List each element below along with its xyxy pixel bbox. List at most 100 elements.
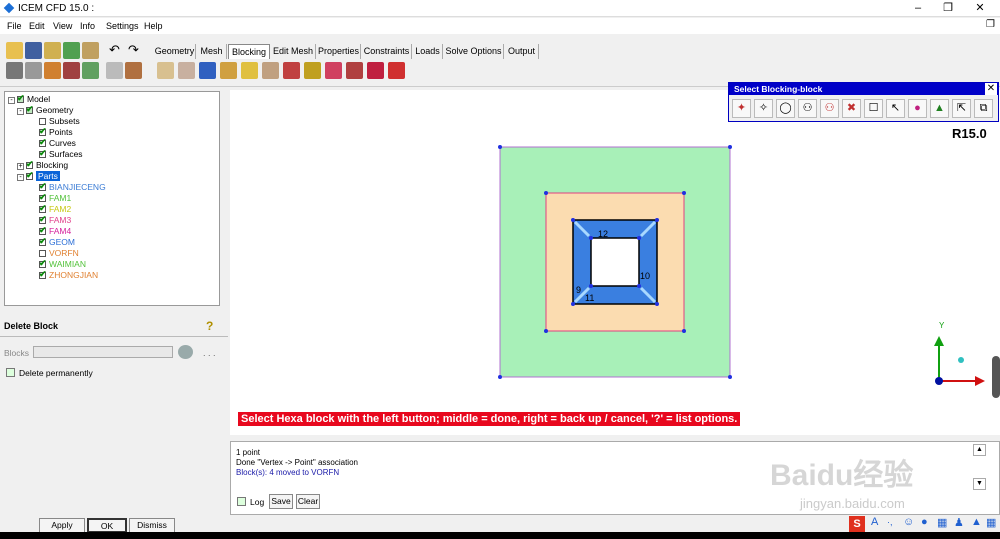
- pointer-select-icon[interactable]: ↖: [886, 99, 905, 118]
- tab-edit-mesh[interactable]: Edit Mesh: [271, 44, 316, 59]
- edit-edge-icon[interactable]: [304, 62, 321, 79]
- undo-icon[interactable]: ↶: [106, 42, 123, 59]
- select-visible-icon[interactable]: ⚇: [820, 99, 839, 118]
- checkbox[interactable]: [39, 126, 47, 137]
- open-geometry-icon[interactable]: [44, 42, 61, 59]
- emoji-icon[interactable]: ☺: [903, 516, 914, 528]
- merge-vertices-icon[interactable]: [199, 62, 216, 79]
- restore-panel-icon[interactable]: ❐: [986, 19, 995, 30]
- tab-geometry[interactable]: Geometry: [154, 44, 196, 59]
- tree-node-part[interactable]: ZHONGJIAN: [39, 269, 98, 281]
- menu-file[interactable]: File: [7, 21, 22, 31]
- tree-node-part[interactable]: GEOM: [39, 236, 75, 248]
- move-vertex-icon[interactable]: [262, 62, 279, 79]
- expand-icon[interactable]: +: [17, 163, 24, 170]
- redo-icon[interactable]: ↷: [125, 42, 142, 59]
- tab-properties[interactable]: Properties: [317, 44, 361, 59]
- select-blocks-icon[interactable]: [178, 345, 193, 359]
- ime-icon[interactable]: S: [849, 516, 865, 532]
- checkbox[interactable]: [39, 137, 47, 148]
- menu-view[interactable]: View: [53, 21, 72, 31]
- menu-settings[interactable]: Settings: [106, 21, 139, 31]
- tab-mesh[interactable]: Mesh: [197, 44, 227, 59]
- close-icon[interactable]: ✕: [972, 1, 988, 15]
- checkbox[interactable]: [39, 225, 47, 236]
- select-adjacent-icon[interactable]: ⇱: [952, 99, 971, 118]
- skin-icon[interactable]: ▲: [971, 516, 982, 528]
- pre-mesh-params-icon[interactable]: [325, 62, 342, 79]
- user-icon[interactable]: ♟: [954, 516, 964, 529]
- log-scroll-up[interactable]: ▲: [973, 444, 986, 456]
- collapse-icon[interactable]: -: [17, 174, 24, 181]
- tab-constraints[interactable]: Constraints: [362, 44, 412, 59]
- tab-loads[interactable]: Loads: [413, 44, 443, 59]
- checkbox[interactable]: [26, 170, 34, 181]
- box-select-icon[interactable]: ☐: [864, 99, 883, 118]
- log-checkbox[interactable]: [237, 497, 246, 506]
- open-blocking-icon[interactable]: [82, 42, 99, 59]
- checkbox[interactable]: [39, 269, 47, 280]
- save-icon[interactable]: [25, 42, 42, 59]
- more-options[interactable]: . . .: [203, 348, 216, 358]
- associate-icon[interactable]: [241, 62, 258, 79]
- collapse-icon[interactable]: -: [8, 97, 15, 104]
- checkbox[interactable]: [39, 236, 47, 247]
- clear-log-button[interactable]: Clear: [296, 494, 320, 509]
- transform-blocks-icon[interactable]: [283, 62, 300, 79]
- checkbox[interactable]: [39, 181, 47, 192]
- select-items-icon[interactable]: ✧: [754, 99, 773, 118]
- tree-node-part[interactable]: BIANJIECENG: [39, 181, 106, 193]
- tab-solve-options[interactable]: Solve Options: [444, 44, 504, 59]
- minimize-icon[interactable]: –: [910, 1, 926, 15]
- punctuation-icon[interactable]: ·,: [887, 517, 893, 527]
- ok-button[interactable]: OK: [87, 518, 127, 533]
- tree-node-surfaces[interactable]: Surfaces: [39, 148, 83, 160]
- log-scroll-down[interactable]: ▼: [973, 478, 986, 490]
- core-block[interactable]: [590, 237, 640, 287]
- checkbox[interactable]: [39, 192, 47, 203]
- open-icon[interactable]: [6, 42, 23, 59]
- mic-icon[interactable]: ●: [921, 516, 928, 528]
- tree-node-geometry[interactable]: -Geometry: [17, 104, 73, 116]
- open-mesh-icon[interactable]: [63, 42, 80, 59]
- checkbox[interactable]: [39, 118, 46, 125]
- keyboard-icon[interactable]: ▦: [937, 516, 947, 529]
- select-by-part-icon[interactable]: ●: [908, 99, 927, 118]
- repair-icon[interactable]: [63, 62, 80, 79]
- edit-block-icon[interactable]: [220, 62, 237, 79]
- fit-window-icon[interactable]: [6, 62, 23, 79]
- select-by-color-icon[interactable]: ▲: [930, 99, 949, 118]
- tab-blocking[interactable]: Blocking: [228, 44, 270, 59]
- input-icon[interactable]: A: [871, 516, 878, 528]
- graphics-viewport[interactable]: 12 10 9 11 Y R15.0: [230, 90, 1000, 435]
- wireframe-icon[interactable]: [106, 62, 123, 79]
- restore-icon[interactable]: ❐: [940, 1, 956, 15]
- toggle-select-icon[interactable]: ⚇: [798, 99, 817, 118]
- circle-select-icon[interactable]: ◯: [776, 99, 795, 118]
- cancel-selection-icon[interactable]: ✖: [842, 99, 861, 118]
- solid-icon[interactable]: [125, 62, 142, 79]
- checkbox[interactable]: [39, 214, 47, 225]
- dialog-close-icon[interactable]: ✕: [985, 83, 997, 95]
- checkbox[interactable]: [39, 258, 47, 269]
- pre-mesh-quality-icon[interactable]: [346, 62, 363, 79]
- side-handle[interactable]: [992, 356, 1000, 398]
- menu-help[interactable]: Help: [144, 21, 163, 31]
- select-all-icon[interactable]: ⧉: [974, 99, 993, 118]
- checkbox[interactable]: [26, 159, 34, 170]
- zoom-box-icon[interactable]: [25, 62, 42, 79]
- delete-permanently-checkbox[interactable]: [6, 368, 15, 377]
- apply-button[interactable]: Apply: [39, 518, 85, 533]
- checkbox[interactable]: [17, 93, 25, 104]
- delete-block-icon[interactable]: [388, 62, 405, 79]
- checkbox[interactable]: [39, 250, 46, 257]
- toolbox-icon[interactable]: ▦: [986, 516, 996, 529]
- checkbox[interactable]: [39, 148, 47, 159]
- checkbox[interactable]: [39, 203, 47, 214]
- collapse-icon[interactable]: -: [17, 108, 24, 115]
- split-block-icon[interactable]: [178, 62, 195, 79]
- help-icon[interactable]: ?: [206, 319, 213, 333]
- checkbox[interactable]: [26, 104, 34, 115]
- blocks-input[interactable]: [33, 346, 173, 358]
- create-block-icon[interactable]: [157, 62, 174, 79]
